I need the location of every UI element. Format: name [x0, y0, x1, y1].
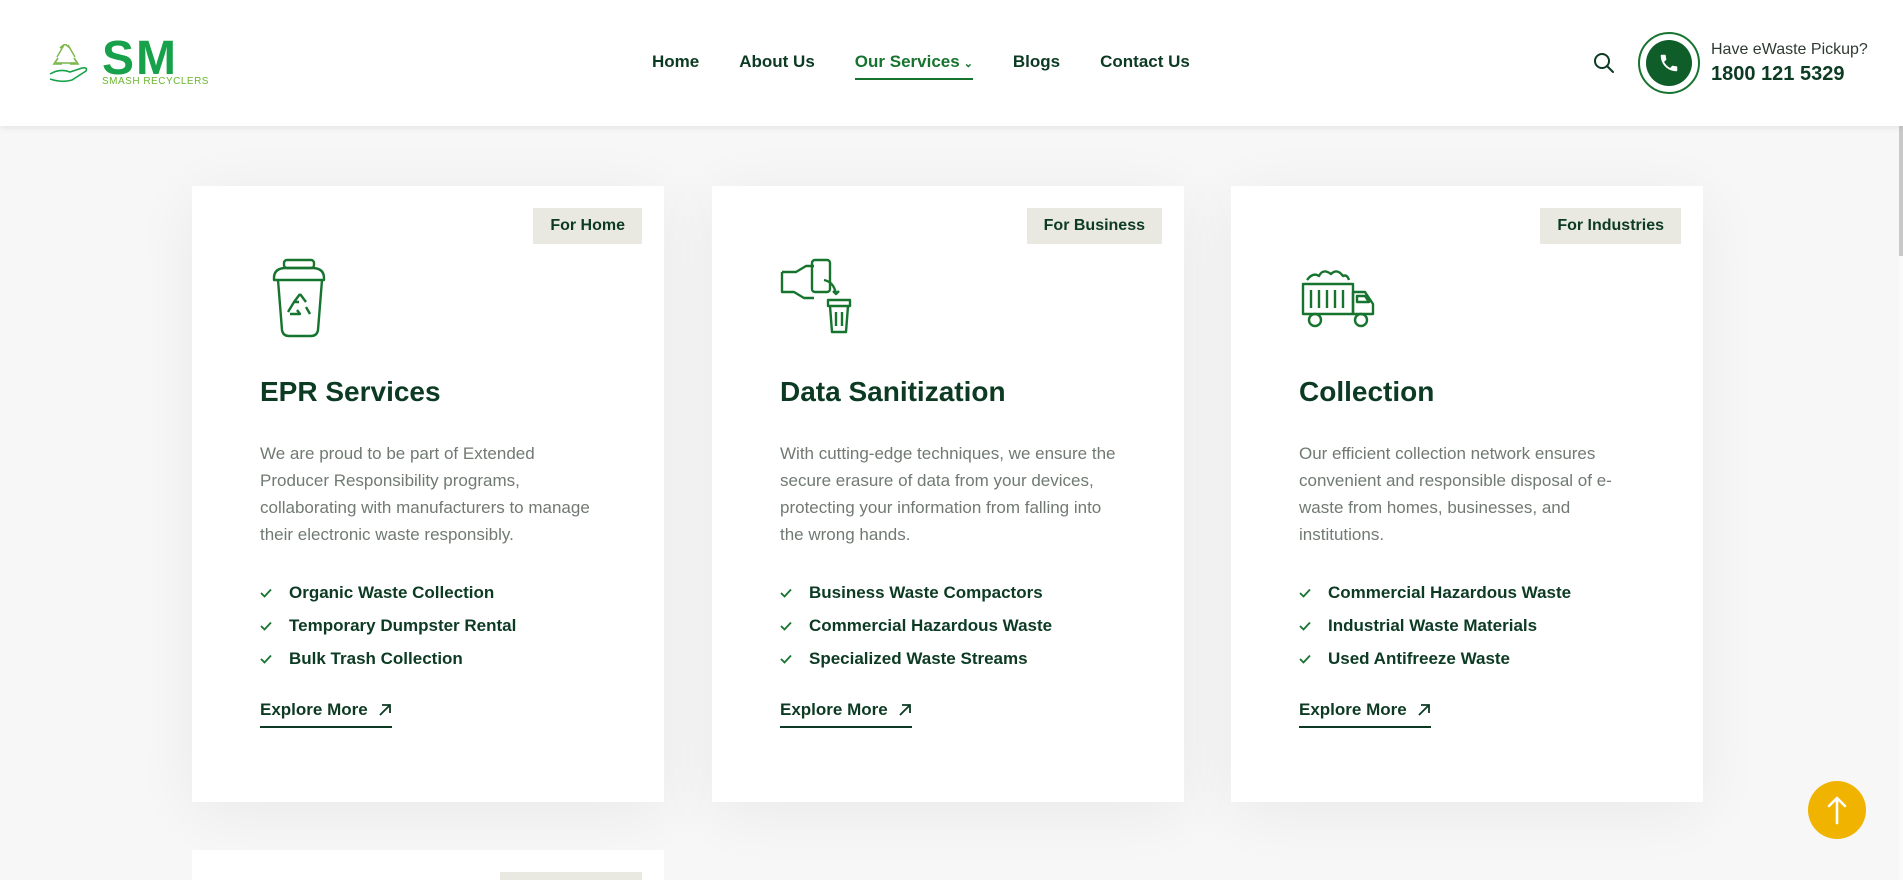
list-item: Commercial Hazardous Waste: [1299, 576, 1571, 609]
check-icon: [1299, 654, 1311, 664]
check-icon: [260, 588, 272, 598]
link-label: Explore More: [260, 700, 368, 719]
phone-icon: [1646, 40, 1692, 86]
nav-label: Home: [652, 52, 700, 71]
service-card-collection: For Industries Collection Our efficient …: [1231, 186, 1703, 802]
nav-label: Blogs: [1012, 52, 1061, 71]
pickup-phone-number[interactable]: 1800 121 5329: [1711, 63, 1844, 86]
feature-label: Temporary Dumpster Rental: [289, 616, 517, 635]
check-icon: [1299, 588, 1311, 598]
arrow-up-icon: [1827, 796, 1847, 825]
card-description: We are proud to be part of Extended Prod…: [260, 444, 590, 544]
logo[interactable]: SM SMASH RECYCLERS: [48, 35, 228, 92]
list-item: Industrial Waste Materials: [1299, 609, 1571, 642]
list-item: Organic Waste Collection: [260, 576, 516, 609]
feature-label: Business Waste Compactors: [809, 583, 1043, 602]
card-description: With cutting-edge techniques, we ensure …: [780, 444, 1116, 544]
chevron-down-icon: ⌄: [963, 58, 973, 70]
nav-item-our-services[interactable]: Our Services ⌄: [854, 52, 974, 80]
service-card-epr: For Home EPR Services We are proud to be…: [192, 186, 664, 802]
arrow-up-right-icon: [379, 704, 391, 716]
list-item: Commercial Hazardous Waste: [780, 609, 1052, 642]
check-icon: [780, 588, 792, 598]
feature-list: Commercial Hazardous Waste Industrial Wa…: [1299, 576, 1571, 675]
recycle-bin-icon: [272, 258, 326, 338]
nav-item-blogs[interactable]: Blogs: [1013, 52, 1060, 72]
nav-label: Contact Us: [1100, 52, 1190, 71]
page-scrollbar[interactable]: [1899, 0, 1903, 880]
card-title: Data Sanitization: [780, 376, 1006, 407]
feature-label: Used Antifreeze Waste: [1328, 649, 1511, 668]
service-card-data-sanitization: For Business Data Sanitization With cutt…: [712, 186, 1184, 802]
scrollbar-thumb[interactable]: [1899, 126, 1903, 256]
nav-item-about-us[interactable]: About Us: [739, 52, 815, 72]
feature-label: Commercial Hazardous Waste: [1328, 583, 1572, 602]
recycle-hand-logo-icon: [49, 44, 88, 83]
nav-label: Our Services: [854, 52, 960, 71]
list-item: Used Antifreeze Waste: [1299, 642, 1571, 675]
link-label: Explore More: [1299, 700, 1407, 719]
card-title: Collection: [1299, 376, 1435, 407]
nav-item-home[interactable]: Home: [652, 52, 699, 72]
check-icon: [780, 621, 792, 631]
card-badge: For Industries: [1540, 208, 1681, 244]
site-header: SM SMASH RECYCLERS Home About Us Our Ser…: [0, 0, 1903, 126]
pickup-label: Have eWaste Pickup?: [1711, 41, 1868, 58]
feature-label: Bulk Trash Collection: [289, 649, 463, 668]
card-badge: For Business: [1026, 208, 1162, 244]
search-icon[interactable]: [1593, 52, 1615, 74]
feature-list: Business Waste Compactors Commercial Haz…: [780, 576, 1052, 675]
phone-call-button[interactable]: [1638, 32, 1700, 94]
check-icon: [260, 654, 272, 664]
arrow-up-right-icon: [899, 704, 911, 716]
card-badge: For Home: [533, 208, 642, 244]
list-item: Bulk Trash Collection: [260, 642, 516, 675]
check-icon: [1299, 621, 1311, 631]
explore-more-link[interactable]: Explore More: [780, 700, 912, 728]
feature-list: Organic Waste Collection Temporary Dumps…: [260, 576, 516, 675]
arrow-up-right-icon: [1418, 704, 1430, 716]
card-badge: [500, 872, 642, 880]
link-label: Explore More: [780, 700, 888, 719]
list-item: Business Waste Compactors: [780, 576, 1052, 609]
feature-label: Industrial Waste Materials: [1328, 616, 1538, 635]
feature-label: Specialized Waste Streams: [809, 649, 1028, 668]
scroll-to-top-button[interactable]: [1808, 781, 1866, 839]
card-title: EPR Services: [260, 376, 441, 407]
logo-subtitle: SMASH RECYCLERS: [102, 76, 209, 87]
check-icon: [260, 621, 272, 631]
explore-more-link[interactable]: Explore More: [1299, 700, 1431, 728]
nav-label: About Us: [739, 52, 815, 71]
feature-label: Commercial Hazardous Waste: [809, 616, 1053, 635]
nav-item-contact-us[interactable]: Contact Us: [1100, 52, 1190, 72]
card-description: Our efficient collection network ensures…: [1299, 444, 1612, 544]
phone-to-bin-icon: [780, 258, 852, 334]
list-item: Specialized Waste Streams: [780, 642, 1052, 675]
list-item: Temporary Dumpster Rental: [260, 609, 516, 642]
service-card-next: [192, 850, 664, 880]
garbage-truck-icon: [1301, 270, 1375, 328]
check-icon: [780, 654, 792, 664]
explore-more-link[interactable]: Explore More: [260, 700, 392, 728]
main-nav: Home About Us Our Services ⌄ Blogs Contac…: [652, 52, 1230, 80]
feature-label: Organic Waste Collection: [289, 583, 495, 602]
